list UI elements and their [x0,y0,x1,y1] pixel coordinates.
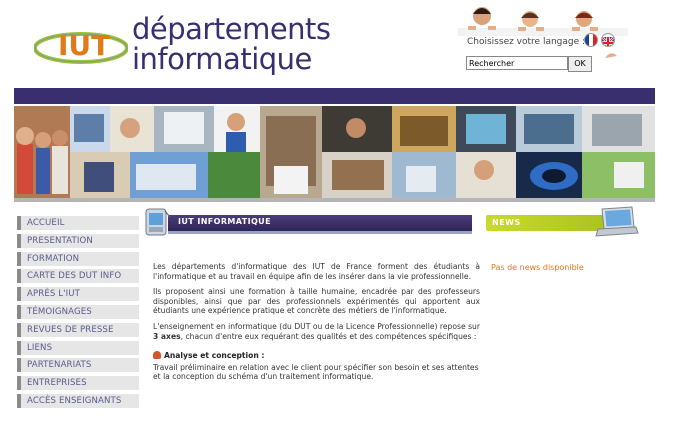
language-label: Choisissez votre langage : [467,37,586,47]
nav-item-entreprises[interactable]: ENTREPRISES [17,376,139,391]
site-logo[interactable]: IUT départements informatique [24,10,331,80]
banner-bottom-strip [14,198,655,202]
person-icon [153,351,161,360]
search-ok-button[interactable]: OK [568,56,592,72]
svg-text:IUT: IUT [58,29,110,62]
nav-item-carte-des-dut[interactable]: CARTE DES DUT INFO [17,269,139,284]
nav-item-accueil[interactable]: ACCUEIL [17,216,139,230]
pda-device-icon [145,208,171,236]
logo-line-informatique: informatique [132,42,312,76]
axis-analyse-title: Analyse et conception : [153,351,480,361]
axes-intro-before: L'enseignement en informatique (du DUT o… [153,321,480,331]
nav-item-apres-iut[interactable]: APRÈS L'IUT [17,287,139,302]
intro-paragraph-2: Ils proposent ainsi une formation à tail… [153,287,480,316]
nav-item-partenariats[interactable]: PARTENARIATS [17,358,139,373]
axis-analyse-text: Travail préliminaire en relation avec le… [153,362,479,382]
nav-item-formation[interactable]: FORMATION [17,251,139,266]
axes-intro-paragraph: L'enseignement en informatique (du DUT o… [153,322,480,341]
nav-item-liens[interactable]: LIENS [17,340,139,355]
top-nav-bar [14,88,655,104]
nav-item-revues-de-presse[interactable]: REVUES DE PRESSE [17,322,139,337]
laptop-icon [595,206,639,237]
news-title: NEWS [492,218,521,227]
main-content: Les départements d'informatique des IUT … [153,262,480,388]
students-peeking-illustration [458,7,628,36]
logo-line-departements: départements [132,12,331,46]
section-title: IUT INFORMATIQUE [178,217,271,226]
axes-count: 3 axes [153,331,181,341]
intro-paragraph-1: Les départements d'informatique des IUT … [153,262,480,281]
nav-item-presentation[interactable]: PRESENTATION [17,233,139,248]
nav-item-acces-enseignants[interactable]: ACCÈS ENSEIGNANTS [17,393,139,408]
uk-flag-icon[interactable] [601,33,615,47]
header-photo-collage [14,106,655,198]
peeking-hand-decoration [605,53,617,58]
section-header: IUT INFORMATIQUE [168,215,472,234]
left-sidebar-nav: ACCUEIL PRESENTATION FORMATION CARTE DES… [17,216,139,412]
search-input[interactable] [466,56,568,70]
axis-analyse-title-text: Analyse et conception : [164,351,265,361]
axes-intro-after: , chacun d'entre eux requérant des quali… [180,331,477,341]
news-empty-message: Pas de news disponible [491,263,584,272]
fr-flag-icon[interactable] [584,33,598,47]
iut-badge-icon: IUT [34,29,128,64]
nav-item-temoignages[interactable]: TÉMOIGNAGES [17,304,139,319]
